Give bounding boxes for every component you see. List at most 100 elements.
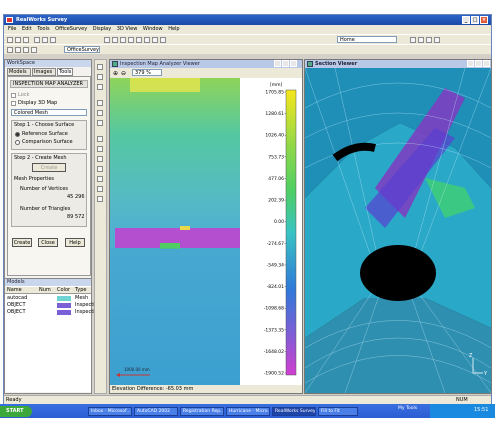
save-icon[interactable] xyxy=(23,37,29,43)
annotation-icon[interactable] xyxy=(97,196,103,202)
fit-icon[interactable] xyxy=(144,37,150,43)
maximize-button[interactable]: □ xyxy=(471,16,479,24)
menu-3dview[interactable]: 3D View xyxy=(117,26,138,32)
paste-icon[interactable] xyxy=(50,37,56,43)
title-bar: RealWorks Survey _ □ × xyxy=(4,15,491,25)
window-icon[interactable] xyxy=(426,37,432,43)
tools-pane: INSPECTION MAP ANALYZER Lock Display 3D … xyxy=(7,76,91,276)
cut-icon[interactable] xyxy=(34,37,40,43)
preview-icon[interactable] xyxy=(31,47,37,53)
mode-combo[interactable]: OfficeSurvey xyxy=(64,46,100,53)
pan-icon[interactable] xyxy=(120,37,126,43)
section-icon[interactable] xyxy=(97,136,103,142)
undo-icon[interactable] xyxy=(7,47,13,53)
viewer-minimize-button[interactable] xyxy=(274,60,281,67)
rotate-icon[interactable] xyxy=(128,37,134,43)
lasso-tool-icon[interactable] xyxy=(97,74,103,80)
task-fill-to-fit[interactable]: Fill to Fit xyxy=(318,407,358,416)
lock-checkbox[interactable] xyxy=(11,93,16,98)
zoom-in-icon[interactable]: ⊕ xyxy=(113,70,118,77)
new-icon[interactable] xyxy=(7,37,13,43)
tray-label[interactable]: My Tools xyxy=(398,406,417,411)
menu-edit[interactable]: Edit xyxy=(22,26,32,32)
col-color[interactable]: Color xyxy=(57,287,70,293)
inspection-map[interactable]: 1000.00 mm xyxy=(110,78,240,385)
background-top xyxy=(0,0,495,14)
task-registration[interactable]: Registration Rep... xyxy=(180,407,224,416)
reference-radio[interactable] xyxy=(15,132,20,137)
profile-icon[interactable] xyxy=(97,146,103,152)
print-icon[interactable] xyxy=(23,47,29,53)
minimize-button[interactable]: _ xyxy=(462,16,470,24)
comparison-radio[interactable] xyxy=(15,140,20,145)
workspace-panel: WorkSpace Models Images Tools INSPECTION… xyxy=(4,59,98,394)
fence-tool-icon[interactable] xyxy=(97,84,103,90)
layout-icon[interactable] xyxy=(434,37,440,43)
task-inbox[interactable]: Inbox - Microsof... xyxy=(88,407,132,416)
light-icon[interactable] xyxy=(97,110,103,116)
create-mesh-button[interactable]: Create xyxy=(32,163,66,172)
row-color-swatch xyxy=(57,310,71,315)
row-color-swatch xyxy=(57,296,71,301)
task-hurricane[interactable]: Hurricane - Micro... xyxy=(226,407,270,416)
zoom-out-icon[interactable]: ⊖ xyxy=(121,70,126,77)
ruler-icon[interactable] xyxy=(97,120,103,126)
text-icon[interactable] xyxy=(97,186,103,192)
view-icon[interactable] xyxy=(152,37,158,43)
step2-title: Step 2 - Create Mesh xyxy=(14,155,67,161)
col-type[interactable]: Type xyxy=(75,287,86,293)
table-row[interactable]: OBJECT Inspectio xyxy=(5,302,98,309)
select-icon[interactable] xyxy=(104,37,110,43)
open-icon[interactable] xyxy=(15,37,21,43)
line-icon[interactable] xyxy=(97,166,103,172)
create-button[interactable]: Create xyxy=(12,238,32,247)
point-icon[interactable] xyxy=(97,156,103,162)
col-name[interactable]: Name xyxy=(7,287,22,293)
tab-images[interactable]: Images xyxy=(32,68,56,76)
close-panel-button[interactable]: Close xyxy=(38,238,58,247)
close-button[interactable]: × xyxy=(480,16,488,24)
menu-help[interactable]: Help xyxy=(168,26,179,32)
section-viewer-icon xyxy=(307,61,313,67)
section-minimize-button[interactable] xyxy=(467,60,474,67)
viewer-close-button[interactable] xyxy=(290,60,297,67)
help-button[interactable]: Help xyxy=(65,238,85,247)
menu-window[interactable]: Window xyxy=(143,26,163,32)
menu-file[interactable]: File xyxy=(8,26,16,32)
task-realworks[interactable]: RealWorks Survey xyxy=(272,407,316,416)
measure-icon[interactable] xyxy=(136,37,142,43)
section-close-button[interactable] xyxy=(483,60,490,67)
redo-icon[interactable] xyxy=(15,47,21,53)
menu-officesurvey[interactable]: OfficeSurvey xyxy=(55,26,87,32)
cascade-icon[interactable] xyxy=(418,37,424,43)
workspace-header: WorkSpace xyxy=(5,60,91,67)
vertical-toolstrip xyxy=(94,59,107,394)
tunnel-mesh-view[interactable]: Z Y xyxy=(305,68,491,393)
menu-display[interactable]: Display xyxy=(93,26,111,32)
tab-tools[interactable]: Tools xyxy=(57,68,73,76)
table-row[interactable]: OBJECT Inspectio xyxy=(5,309,98,316)
menu-tools[interactable]: Tools xyxy=(37,26,49,32)
mesh-type-select[interactable]: Colored Mesh xyxy=(11,109,87,116)
home-combo[interactable]: Home xyxy=(337,36,397,43)
copy-icon[interactable] xyxy=(42,37,48,43)
tab-models[interactable]: Models xyxy=(7,68,31,76)
tile-icon[interactable] xyxy=(410,37,416,43)
vertices-value: 45 296 xyxy=(67,194,85,200)
eye-icon[interactable] xyxy=(97,100,103,106)
section-maximize-button[interactable] xyxy=(475,60,482,67)
zoom-icon[interactable] xyxy=(112,37,118,43)
zoom-combo[interactable]: 379 % xyxy=(132,69,162,76)
colorbar-tick-label: -1373.35 xyxy=(264,327,284,333)
table-row[interactable]: autocad Mesh xyxy=(5,295,91,302)
display-3d-checkbox[interactable] xyxy=(11,101,16,106)
render-icon[interactable] xyxy=(160,37,166,43)
row-name: OBJECT xyxy=(7,302,26,308)
section-viewer-title: Section Viewer xyxy=(305,60,491,68)
viewer-maximize-button[interactable] xyxy=(282,60,289,67)
start-button[interactable]: START xyxy=(0,406,32,417)
task-autocad[interactable]: AutoCAD 2002 xyxy=(134,407,178,416)
col-num[interactable]: Num xyxy=(39,287,51,293)
polyline-icon[interactable] xyxy=(97,176,103,182)
select-tool-icon[interactable] xyxy=(97,64,103,70)
